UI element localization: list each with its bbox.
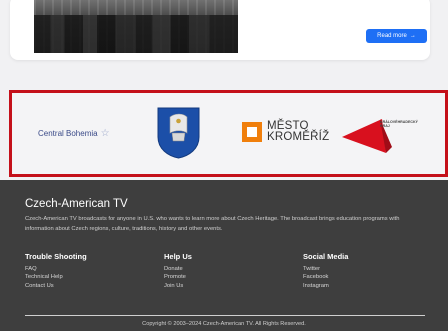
arrow-right-icon: → — [409, 33, 416, 39]
star-outline-icon: ☆ — [100, 128, 110, 139]
central-bohemia-logo[interactable]: Central Bohemia ☆ — [38, 128, 110, 139]
footer-link-technical-help[interactable]: Technical Help — [25, 273, 87, 281]
article-image[interactable] — [34, 0, 238, 53]
kraj-line2: KRAJ — [380, 124, 390, 129]
footer-link-contact-us[interactable]: Contact Us — [25, 282, 87, 290]
copyright-text: Copyright © 2003–2024 Czech-American TV.… — [142, 321, 306, 327]
footer-link-faq[interactable]: FAQ — [25, 265, 87, 273]
footer-description: Czech-American TV broadcasts for anyone … — [25, 216, 400, 232]
central-bohemia-label: Central Bohemia — [38, 129, 98, 138]
footer-divider — [25, 315, 425, 316]
coat-of-arms-icon[interactable] — [157, 107, 200, 159]
column-heading: Trouble Shooting — [25, 252, 87, 261]
footer-link-facebook[interactable]: Facebook — [303, 273, 348, 281]
footer-column-help-us: Help Us Donate Promote Join Us — [164, 252, 192, 290]
column-heading: Social Media — [303, 252, 349, 261]
footer: Czech-American TV Czech-American TV broa… — [0, 180, 448, 331]
mesto-kromeriz-logo[interactable]: MĚSTO KROMĚŘÍŽ — [242, 120, 330, 143]
read-more-button[interactable]: Read more → — [366, 29, 427, 43]
partner-logos: Central Bohemia ☆ MĚSTO KROMĚŘÍŽ KRÁLOVÉ… — [9, 90, 448, 177]
orange-square-icon — [242, 122, 262, 142]
article-card: Read more → — [10, 0, 430, 60]
kraj-label: KRÁLOVÉHRADECKÝ KRAJ — [380, 120, 440, 128]
footer-link-donate[interactable]: Donate — [164, 265, 192, 273]
footer-column-trouble-shooting: Trouble Shooting FAQ Technical Help Cont… — [25, 252, 87, 290]
footer-link-instagram[interactable]: Instagram — [303, 282, 348, 290]
footer-link-join-us[interactable]: Join Us — [164, 282, 192, 290]
column-heading: Help Us — [164, 252, 192, 261]
mesto-line2: KROMĚŘÍŽ — [267, 131, 330, 143]
footer-title: Czech-American TV — [25, 198, 128, 210]
footer-column-social-media: Social Media Twitter Facebook Instagram — [303, 252, 348, 290]
footer-link-twitter[interactable]: Twitter — [303, 265, 348, 273]
footer-link-promote[interactable]: Promote — [164, 273, 192, 281]
read-more-label: Read more — [377, 33, 407, 39]
